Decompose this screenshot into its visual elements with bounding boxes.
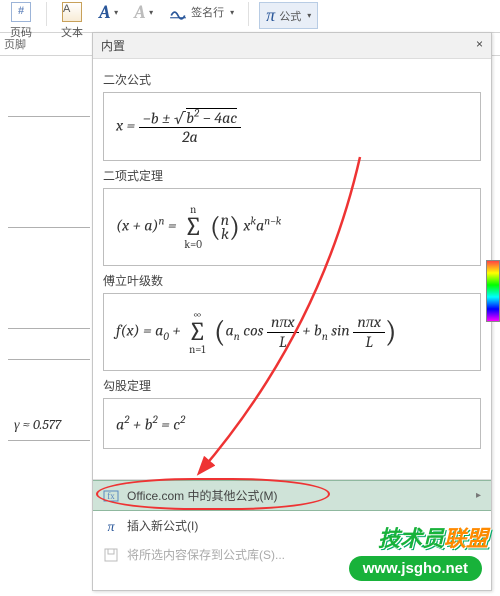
color-strip — [486, 260, 500, 322]
close-icon[interactable]: × — [476, 37, 483, 54]
section-label: 勾股定理 — [103, 377, 481, 394]
equation-item-quadratic[interactable]: x = −b ± √b2 − 4ac2a — [103, 92, 481, 161]
separator — [46, 2, 47, 26]
separator — [248, 2, 249, 26]
dropcap-icon: A — [99, 2, 110, 23]
pi-icon: π — [103, 518, 119, 534]
footer-tab[interactable]: 页脚 — [4, 36, 26, 52]
svg-text:fx: fx — [107, 491, 115, 501]
equation-gallery[interactable]: 二次公式 x = −b ± √b2 − 4ac2a 二项式定理 (x + a)n… — [93, 59, 491, 479]
signature-line-button[interactable]: 签名行 ▾ — [165, 2, 238, 22]
textbox-icon: A — [62, 2, 82, 22]
chevron-down-icon: ▾ — [307, 11, 311, 20]
save-to-gallery-icon — [103, 547, 119, 563]
textbox-button[interactable]: A 文本 — [57, 2, 87, 40]
signature-label: 签名行 — [191, 4, 224, 20]
section-label: 二项式定理 — [103, 167, 481, 184]
wordart-button[interactable]: A ▾ — [130, 2, 157, 23]
watermark-brand: 技术员联盟 — [378, 521, 488, 553]
chevron-down-icon: ▾ — [149, 8, 153, 17]
chevron-right-icon: ▸ — [476, 490, 481, 501]
equation-gallery-panel: 内置 × 二次公式 x = −b ± √b2 − 4ac2a 二项式定理 (x … — [92, 32, 492, 591]
section-label: 傅立叶级数 — [103, 272, 481, 289]
equation-item-binomial[interactable]: (x + a)n = n∑k=0 nk xkan−k — [103, 188, 481, 266]
menu-more-office[interactable]: fx Office.com 中的其他公式(M) ▸ — [93, 480, 491, 511]
watermark-url: www.jsgho.net — [349, 556, 482, 581]
equation-button[interactable]: π 公式 ▾ — [259, 2, 318, 29]
equation-label: 公式 — [279, 8, 301, 24]
dropcap-button[interactable]: A ▾ — [95, 2, 122, 23]
ribbon: # 页码 A 文本 A ▾ A ▾ 签名行 ▾ π 公式 ▾ — [0, 0, 500, 33]
menu-label: Office.com 中的其他公式(M) — [127, 487, 277, 504]
wordart-icon: A — [134, 2, 145, 23]
page-number-button[interactable]: # 页码 — [6, 2, 36, 40]
document-background: γ ≈ 0.577 — [0, 56, 90, 596]
equation-item-fourier[interactable]: f(x) = a0 + ∞∑n=1 (an cos nπxL + bn sin … — [103, 293, 481, 371]
equation-gallery-icon: fx — [103, 488, 119, 504]
textbox-label: 文本 — [61, 24, 83, 40]
pi-icon: π — [266, 5, 275, 26]
menu-label: 将所选内容保存到公式库(S)... — [127, 546, 285, 563]
panel-header: 内置 × — [93, 33, 491, 59]
chevron-down-icon: ▾ — [230, 8, 234, 17]
hash-icon: # — [11, 2, 31, 22]
equation-item-pythagorean[interactable]: a2 + b2 = c2 — [103, 398, 481, 448]
section-label: 二次公式 — [103, 71, 481, 88]
panel-title: 内置 — [101, 37, 125, 54]
signature-icon — [169, 2, 187, 20]
chevron-down-icon: ▾ — [114, 8, 118, 17]
gamma-text: γ ≈ 0.577 — [14, 416, 61, 434]
menu-label: 插入新公式(I) — [127, 517, 198, 534]
